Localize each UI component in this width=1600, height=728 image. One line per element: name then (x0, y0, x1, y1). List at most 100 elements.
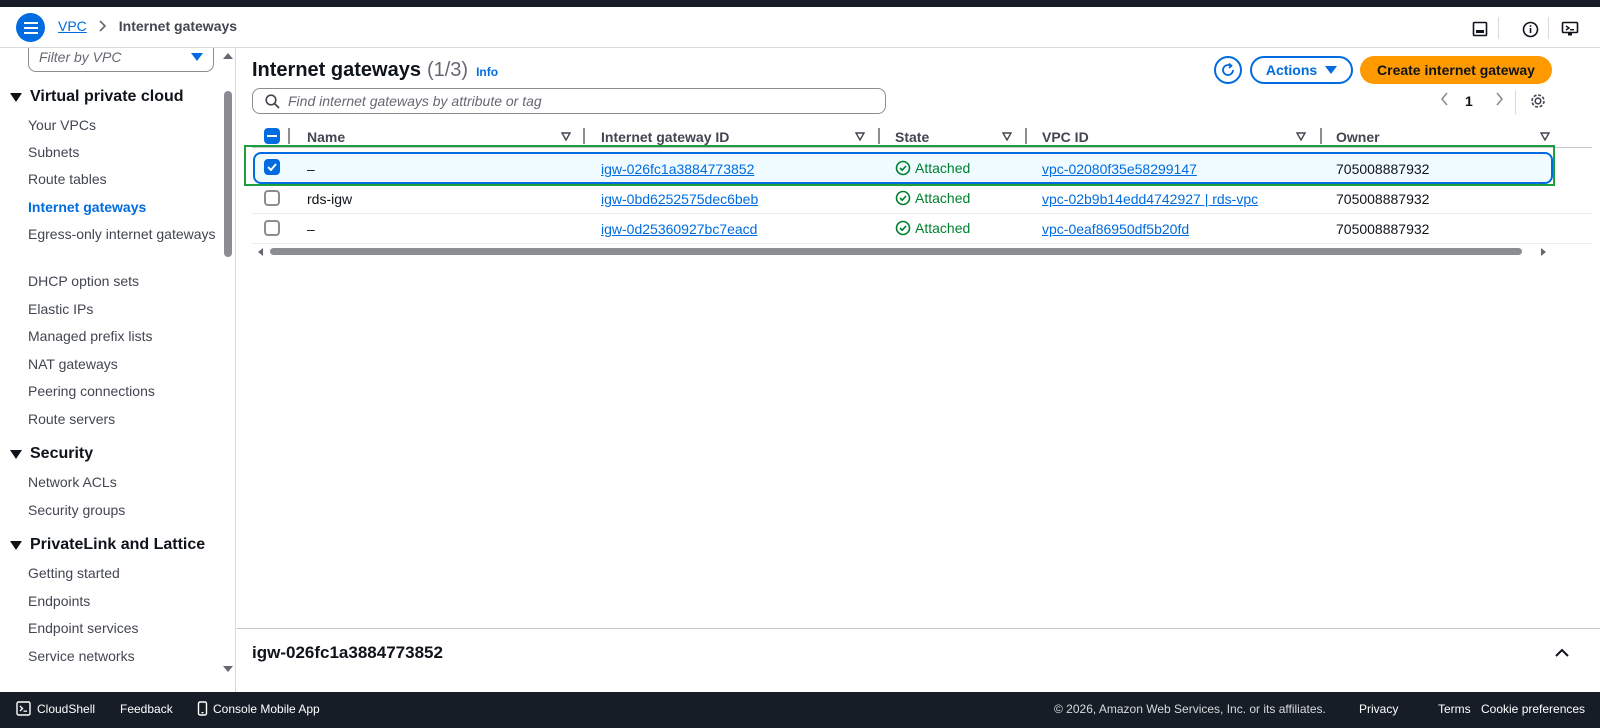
feedback-link[interactable]: Feedback (120, 702, 173, 716)
state-label: Attached (915, 220, 971, 236)
sort-icon[interactable] (1540, 132, 1550, 141)
check-icon (267, 163, 277, 171)
terms-link[interactable]: Terms (1438, 702, 1471, 716)
sort-icon[interactable] (561, 132, 571, 141)
row-checkbox[interactable] (264, 190, 280, 206)
scroll-down-arrow[interactable] (223, 666, 233, 672)
split-panel-icon[interactable] (1470, 19, 1490, 39)
section-privatelink-and-lattice[interactable]: PrivateLink and Lattice (10, 536, 205, 554)
sort-icon[interactable] (1296, 132, 1306, 141)
cell-name: – (307, 161, 315, 177)
scroll-left-arrow[interactable] (258, 248, 263, 256)
privacy-link[interactable]: Privacy (1359, 702, 1398, 716)
cell-vpc-id-link[interactable]: vpc-02080f35e58299147 (1042, 161, 1197, 177)
mobile-phone-icon (197, 701, 208, 716)
terminal-icon (16, 701, 31, 716)
cell-state: Attached (895, 190, 970, 206)
sidebar-item-peering-connections[interactable]: Peering connections (28, 381, 218, 401)
section-security[interactable]: Security (10, 445, 93, 463)
column-header-name[interactable]: Name (307, 129, 345, 145)
horizontal-scrollbar[interactable] (270, 248, 1522, 255)
sort-icon[interactable] (855, 132, 865, 141)
cell-name: rds-igw (307, 191, 353, 207)
column-header-owner[interactable]: Owner (1336, 129, 1380, 145)
menu-button[interactable] (16, 13, 45, 42)
column-divider (878, 128, 880, 144)
cell-gateway-id-link[interactable]: igw-0bd6252575dec6beb (601, 191, 758, 207)
sidebar-item-internet-gateways[interactable]: Internet gateways (28, 197, 218, 217)
scroll-right-arrow[interactable] (1541, 248, 1546, 256)
sidebar-item-getting-started[interactable]: Getting started (28, 563, 218, 583)
cell-gateway-id-link[interactable]: igw-0d25360927bc7eacd (601, 221, 757, 237)
cell-state: Attached (895, 220, 970, 236)
previous-page-button[interactable] (1437, 92, 1451, 106)
page-number[interactable]: 1 (1465, 93, 1473, 109)
filter-by-vpc-select[interactable]: Filter by VPC (28, 48, 214, 72)
sidebar-item-route-servers[interactable]: Route servers (28, 409, 218, 429)
chevron-left-icon (1440, 92, 1448, 106)
header-divider (1498, 17, 1499, 39)
console-mobile-app-link[interactable]: Console Mobile App (197, 701, 320, 716)
row-checkbox[interactable] (264, 220, 280, 236)
cloudshell-label: CloudShell (37, 701, 96, 716)
pager-divider (1515, 90, 1516, 114)
column-header-vpc-id[interactable]: VPC ID (1042, 129, 1089, 145)
cell-gateway-id-link[interactable]: igw-026fc1a3884773852 (601, 161, 754, 177)
sidebar-item-egress-only-internet-gateways[interactable]: Egress-only internet gateways (28, 224, 218, 244)
sidebar-scrollbar[interactable] (224, 91, 232, 257)
cell-vpc-id-link[interactable]: vpc-02b9b14edd4742927 | rds-vpc (1042, 191, 1258, 207)
sidebar-item-service-networks[interactable]: Service networks (28, 646, 218, 666)
sidebar-item-security-groups[interactable]: Security groups (28, 500, 218, 520)
sidebar-item-endpoints[interactable]: Endpoints (28, 591, 218, 611)
header: VPC Internet gateways (0, 7, 1600, 48)
cloudshell-button[interactable]: CloudShell (16, 701, 95, 716)
support-screen-icon[interactable] (1560, 19, 1580, 39)
create-internet-gateway-button[interactable]: Create internet gateway (1360, 56, 1552, 84)
section-label: PrivateLink and Lattice (30, 536, 206, 553)
check-circle-icon (895, 220, 911, 236)
scroll-up-arrow[interactable] (223, 53, 233, 59)
cookie-preferences-link[interactable]: Cookie preferences (1481, 702, 1585, 716)
table-row[interactable]: – igw-026fc1a3884773852 Attached vpc-020… (253, 152, 1553, 184)
sidebar-item-subnets[interactable]: Subnets (28, 142, 218, 162)
chevron-up-icon[interactable] (1554, 645, 1570, 661)
sidebar-item-nat-gateways[interactable]: NAT gateways (28, 354, 218, 374)
sidebar-item-endpoint-services[interactable]: Endpoint services (28, 618, 218, 638)
breadcrumb: VPC Internet gateways (58, 18, 237, 34)
refresh-icon (1222, 62, 1234, 76)
page-title-text: Internet gateways (252, 59, 421, 81)
column-header-state[interactable]: State (895, 129, 929, 145)
info-icon[interactable] (1520, 19, 1540, 39)
select-all-checkbox[interactable] (264, 128, 280, 144)
info-link[interactable]: Info (476, 65, 498, 79)
sort-icon[interactable] (1002, 132, 1012, 141)
refresh-button[interactable] (1214, 56, 1242, 84)
main-content: Internet gateways (1/3) Info Actions Cre… (237, 48, 1600, 628)
top-strip (0, 0, 1600, 7)
next-page-button[interactable] (1492, 92, 1506, 106)
search-input[interactable] (288, 93, 848, 109)
footer: CloudShell Feedback Console Mobile App ©… (0, 692, 1600, 728)
gear-icon[interactable] (1529, 92, 1549, 112)
sidebar-item-dhcp-option-sets[interactable]: DHCP option sets (28, 271, 218, 291)
sidebar: Filter by VPC Virtual private cloud Your… (0, 48, 236, 692)
table-row[interactable]: – igw-0d25360927bc7eacd Attached vpc-0ea… (252, 214, 1592, 244)
row-checkbox[interactable] (264, 159, 280, 175)
sidebar-item-elastic-ips[interactable]: Elastic IPs (28, 299, 218, 319)
column-header-gateway-id[interactable]: Internet gateway ID (601, 129, 729, 145)
table-row[interactable]: rds-igw igw-0bd6252575dec6beb Attached v… (252, 184, 1592, 214)
check-circle-icon (895, 190, 911, 206)
sidebar-item-your-vpcs[interactable]: Your VPCs (28, 115, 218, 135)
sidebar-item-managed-prefix-lists[interactable]: Managed prefix lists (28, 326, 218, 346)
chevron-right-icon (99, 20, 107, 32)
section-virtual-private-cloud[interactable]: Virtual private cloud (10, 88, 184, 106)
sidebar-item-network-acls[interactable]: Network ACLs (28, 472, 218, 492)
cell-owner: 705008887932 (1336, 191, 1430, 207)
sidebar-item-route-tables[interactable]: Route tables (28, 169, 218, 189)
actions-button[interactable]: Actions (1250, 56, 1353, 84)
search-box (252, 88, 886, 114)
expand-triangle-icon (10, 540, 22, 550)
cell-vpc-id-link[interactable]: vpc-0eaf86950df5b20fd (1042, 221, 1189, 237)
breadcrumb-vpc-link[interactable]: VPC (58, 18, 87, 34)
table-header: Name Internet gateway ID State VPC ID Ow… (252, 126, 1592, 148)
